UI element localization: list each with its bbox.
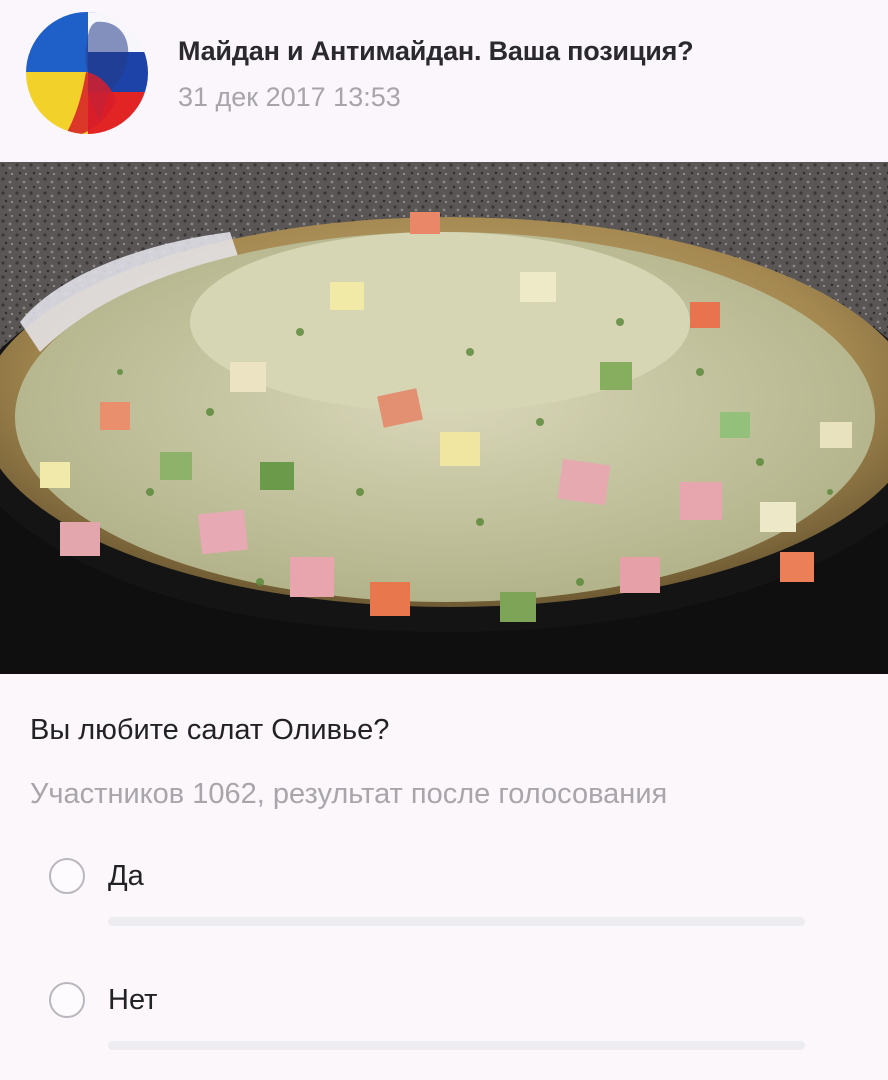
poll-participants-info: Участников 1062, результат после голосов… xyxy=(30,778,668,810)
salad-photo-image xyxy=(0,162,888,674)
poll-option-result-bar xyxy=(108,917,805,926)
group-avatar-flags-icon xyxy=(26,12,148,134)
radio-button-icon[interactable] xyxy=(49,982,85,1018)
poll-option-label[interactable]: Нет xyxy=(108,982,157,1018)
poll-option-no[interactable]: Нет xyxy=(0,982,888,1072)
post-header: Майдан и Антимайдан. Ваша позиция? 31 де… xyxy=(0,0,888,162)
group-avatar[interactable] xyxy=(26,12,148,134)
poll: Вы любите салат Оливье? Участников 1062,… xyxy=(0,674,888,1080)
group-title[interactable]: Майдан и Антимайдан. Ваша позиция? xyxy=(178,36,694,67)
poll-option-yes[interactable]: Да xyxy=(0,858,888,948)
poll-question: Вы любите салат Оливье? xyxy=(30,714,390,746)
post-photo-olivier-salad[interactable] xyxy=(0,162,888,674)
poll-option-result-bar xyxy=(108,1041,805,1050)
radio-button-icon[interactable] xyxy=(49,858,85,894)
post-date: 31 дек 2017 13:53 xyxy=(178,82,401,112)
poll-option-label[interactable]: Да xyxy=(108,858,144,894)
